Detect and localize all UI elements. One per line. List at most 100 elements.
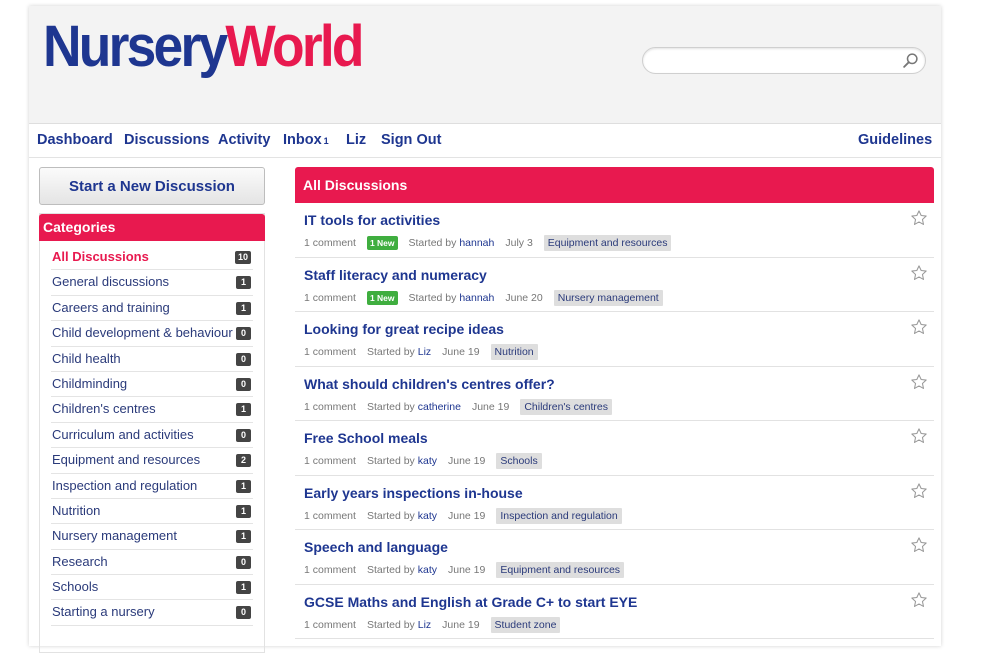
- category-tag[interactable]: Student zone: [490, 616, 561, 633]
- nav-discussions[interactable]: Discussions: [124, 132, 209, 148]
- discussion-meta: 1 comment Started by katy June 19 Schools: [304, 453, 542, 469]
- discussion-row: Early years inspections in-house 1 commen…: [295, 476, 934, 530]
- category-count-badge: 0: [236, 606, 251, 620]
- category-tag[interactable]: Nursery management: [553, 289, 663, 306]
- discussion-date: June 19: [448, 509, 486, 522]
- search-icon[interactable]: [902, 52, 919, 69]
- discussion-meta: 1 comment 1 New Started by hannah June 20 Nu…: [304, 289, 663, 306]
- category-count-badge: 1: [236, 504, 251, 518]
- category-label: Nutrition: [52, 502, 101, 518]
- star-icon[interactable]: [910, 427, 928, 445]
- new-badge: 1 New: [366, 290, 398, 305]
- nav-sign-out[interactable]: Sign Out: [381, 132, 441, 148]
- star-icon[interactable]: [910, 318, 928, 336]
- sidebar-category-item[interactable]: Child health 0: [51, 347, 253, 372]
- nav-dashboard[interactable]: Dashboard: [37, 132, 113, 148]
- search-box[interactable]: [642, 47, 926, 74]
- category-tag[interactable]: Nutrition: [490, 344, 538, 360]
- author-link[interactable]: hannah: [459, 292, 494, 304]
- comment-count: 1 comment: [304, 618, 356, 631]
- discussion-row: Looking for great recipe ideas 1 comment S…: [295, 312, 934, 367]
- author-link[interactable]: catherine: [418, 401, 461, 413]
- discussion-title-link[interactable]: Early years inspections in-house: [304, 485, 523, 501]
- nav-inbox-label: Inbox: [283, 132, 322, 148]
- star-icon[interactable]: [910, 482, 928, 500]
- category-label: Research: [52, 553, 108, 569]
- comment-count: 1 comment: [304, 291, 356, 304]
- discussion-date: June 19: [448, 455, 486, 467]
- discussion-title-link[interactable]: GCSE Maths and English at Grade C+ to st…: [304, 594, 637, 610]
- sidebar-category-item[interactable]: Nursery management 1: [51, 524, 253, 550]
- discussion-meta: 1 comment Started by Liz June 19 Student zo…: [304, 616, 561, 633]
- category-tag[interactable]: Equipment and resources: [543, 235, 672, 251]
- discussion-title-link[interactable]: Staff literacy and numeracy: [304, 267, 487, 283]
- category-label: Equipment and resources: [52, 452, 201, 468]
- category-label: All Discussions: [52, 249, 149, 264]
- site-logo[interactable]: NurseryWorld: [43, 14, 365, 80]
- started-by-label: Started by: [366, 346, 415, 358]
- sidebar-category-item[interactable]: Starting a nursery 0: [51, 600, 253, 626]
- star-icon[interactable]: [910, 373, 928, 391]
- nav-inbox[interactable]: Inbox 1: [283, 132, 329, 148]
- category-label: Children's centres: [52, 401, 156, 417]
- category-tag[interactable]: Children's centres: [520, 398, 613, 415]
- nav-guidelines[interactable]: Guidelines: [858, 132, 932, 148]
- discussion-date: June 20: [505, 291, 543, 304]
- discussion-title-link[interactable]: Free School meals: [304, 430, 428, 446]
- discussion-list: IT tools for activities 1 comment 1 New Sta…: [295, 203, 934, 639]
- logo-text-world: World: [225, 14, 364, 79]
- category-label: Schools: [52, 579, 99, 595]
- started-by-label: Started by: [366, 400, 415, 413]
- discussion-row: IT tools for activities 1 comment 1 New Sta…: [295, 203, 934, 258]
- nav-user[interactable]: Liz: [346, 132, 366, 148]
- sidebar-category-item[interactable]: Inspection and regulation 1: [51, 474, 253, 499]
- category-label: Child development & behaviour: [52, 325, 233, 341]
- sidebar-category-item[interactable]: Careers and training 1: [51, 296, 253, 322]
- discussion-title-link[interactable]: Speech and language: [304, 539, 448, 555]
- category-count-badge: 0: [236, 555, 251, 569]
- star-icon[interactable]: [910, 264, 928, 282]
- sidebar-category-item[interactable]: Childminding 0: [51, 372, 253, 398]
- star-icon[interactable]: [910, 536, 928, 554]
- discussion-title-link[interactable]: What should children's centres offer?: [304, 376, 555, 392]
- discussion-date: July 3: [505, 237, 533, 249]
- logo-text-nursery: Nursery: [43, 14, 228, 79]
- category-tag[interactable]: Equipment and resources: [496, 562, 625, 578]
- star-icon[interactable]: [910, 591, 928, 609]
- category-tag[interactable]: Inspection and regulation: [496, 507, 622, 524]
- sidebar-category-item[interactable]: Research 0: [51, 550, 253, 576]
- discussion-date: June 19: [448, 564, 486, 576]
- author-link[interactable]: katy: [418, 564, 437, 576]
- category-tag[interactable]: Schools: [496, 453, 542, 469]
- category-count-badge: 1: [236, 276, 251, 290]
- category-count-badge: 1: [236, 530, 251, 544]
- start-new-discussion-button[interactable]: Start a New Discussion: [39, 167, 265, 205]
- main-nav: Dashboard Discussions Activity Inbox 1 Li…: [29, 123, 941, 158]
- sidebar-category-item[interactable]: General discussions 1: [51, 270, 253, 296]
- discussion-title-link[interactable]: Looking for great recipe ideas: [304, 321, 504, 337]
- sidebar-category-item[interactable]: Nutrition 1: [51, 499, 253, 525]
- author-link[interactable]: hannah: [459, 237, 494, 249]
- nav-activity[interactable]: Activity: [218, 132, 270, 148]
- comment-count: 1 comment: [304, 564, 356, 576]
- categories-list: All Discussions 10 General discussions 1 Car…: [51, 245, 253, 626]
- sidebar-category-item[interactable]: Child development & behaviour 0: [51, 321, 253, 347]
- star-icon[interactable]: [910, 209, 928, 227]
- comment-count: 1 comment: [304, 346, 356, 358]
- category-label: Starting a nursery: [52, 604, 155, 620]
- sidebar-category-item[interactable]: Curriculum and activities 0: [51, 423, 253, 449]
- sidebar-category-item[interactable]: All Discussions 10: [51, 245, 253, 271]
- sidebar-category-item[interactable]: Children's centres 1: [51, 397, 253, 423]
- sidebar-category-item[interactable]: Equipment and resources 2: [51, 448, 253, 474]
- sidebar-category-item[interactable]: Schools 1: [51, 575, 253, 601]
- discussion-title-link[interactable]: IT tools for activities: [304, 212, 440, 228]
- category-label: Nursery management: [52, 528, 177, 544]
- author-link[interactable]: katy: [418, 510, 437, 522]
- author-link[interactable]: Liz: [418, 619, 431, 631]
- search-input[interactable]: [653, 51, 897, 72]
- category-count-badge: 0: [236, 352, 251, 366]
- started-by-label: Started by: [366, 455, 415, 467]
- author-link[interactable]: Liz: [418, 346, 431, 358]
- comment-count: 1 comment: [304, 455, 356, 467]
- author-link[interactable]: katy: [418, 455, 437, 467]
